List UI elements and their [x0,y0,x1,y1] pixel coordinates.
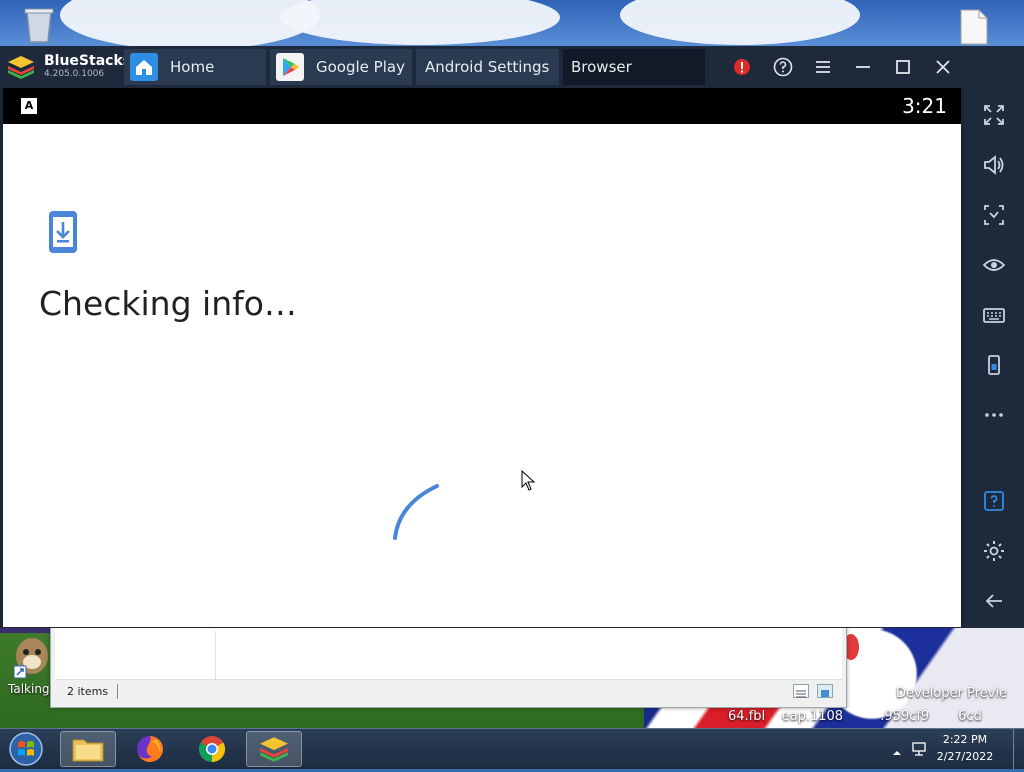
explorer-content-pane[interactable] [55,627,842,680]
menu-icon[interactable] [810,54,836,80]
desktop-icon-label: Talking [8,682,50,696]
wallpaper-text-developer: Developer Previe [896,686,1007,701]
windows-taskbar: 2:22 PM 2/27/2022 [0,728,1024,769]
firefox-icon[interactable] [122,731,178,767]
cloud [620,0,860,45]
tab-android-settings-label: Android Settings [425,58,550,76]
maximize-icon[interactable] [890,54,916,80]
details-view-icon[interactable] [793,684,809,698]
tab-google-play[interactable]: Google Play [270,49,412,85]
mouse-cursor-icon [521,469,537,496]
brand: BlueStacks 4.205.0.1006 [6,52,131,82]
android-clock: 3:21 [902,94,947,118]
home-icon [130,53,158,81]
tab-browser[interactable]: Browser [563,49,705,85]
checking-info-text: Checking info… [39,284,297,323]
help-icon[interactable] [979,486,1009,516]
fullscreen-icon[interactable] [979,100,1009,130]
more-icon[interactable] [979,400,1009,430]
system-tray: 2:22 PM 2/27/2022 [884,729,1024,769]
back-icon[interactable] [979,586,1009,616]
explorer-status-text: 2 items [67,685,109,698]
screen-capture-icon[interactable] [979,200,1009,230]
close-icon[interactable] [930,54,956,80]
shake-icon[interactable] [979,350,1009,380]
keyboard-icon[interactable] [979,300,1009,330]
bluestacks-icon[interactable] [246,731,302,767]
tab-home-label: Home [170,58,215,76]
wallpaper-text-build: 64.fbl eap.1108 .959cf9 6cd [728,709,982,724]
right-toolbar [964,46,1024,628]
show-hidden-icons-icon[interactable] [892,743,902,762]
loading-spinner [385,466,455,550]
clock-time[interactable]: 2:22 PM [930,733,1000,746]
phone-download-icon [47,209,79,259]
explorer-divider [215,631,216,679]
file-explorer-icon[interactable] [60,731,116,767]
tab-google-play-label: Google Play [316,58,405,76]
show-desktop-button[interactable] [1013,729,1024,769]
bluestacks-logo-icon [6,54,36,80]
talking-app-icon[interactable] [13,634,50,682]
android-screen[interactable]: A 3:21 Checking info… [3,88,961,627]
bluestacks-window[interactable]: BlueStacks 4.205.0.1006 Home Google Play [0,46,1024,628]
recycle-bin-icon[interactable] [22,4,56,48]
cloud [60,0,320,50]
android-status-bar: A 3:21 [3,88,961,124]
chrome-icon[interactable] [184,731,240,767]
tab-home[interactable]: Home [124,49,266,85]
volume-icon[interactable] [979,150,1009,180]
large-icons-view-icon[interactable] [817,684,833,698]
alert-icon[interactable] [729,54,755,80]
document-icon[interactable] [955,8,991,50]
clock-date[interactable]: 2/27/2022 [930,750,1000,763]
help-icon[interactable] [770,54,796,80]
title-bar[interactable]: BlueStacks 4.205.0.1006 Home Google Play [0,46,1024,88]
explorer-window[interactable]: 2 items [50,626,847,708]
app-name: BlueStacks [44,53,132,69]
tab-android-settings[interactable]: Android Settings [416,49,559,85]
settings-icon[interactable] [979,536,1009,566]
tab-browser-label: Browser [571,58,632,76]
eye-icon[interactable] [979,250,1009,280]
app-version: 4.205.0.1006 [44,69,105,79]
cloud [280,0,560,45]
explorer-status-separator [117,684,118,699]
play-store-icon [276,53,304,81]
status-notification-icon: A [21,98,37,114]
minimize-icon[interactable] [850,54,876,80]
start-button-icon[interactable] [6,730,46,768]
network-icon[interactable] [910,740,928,762]
